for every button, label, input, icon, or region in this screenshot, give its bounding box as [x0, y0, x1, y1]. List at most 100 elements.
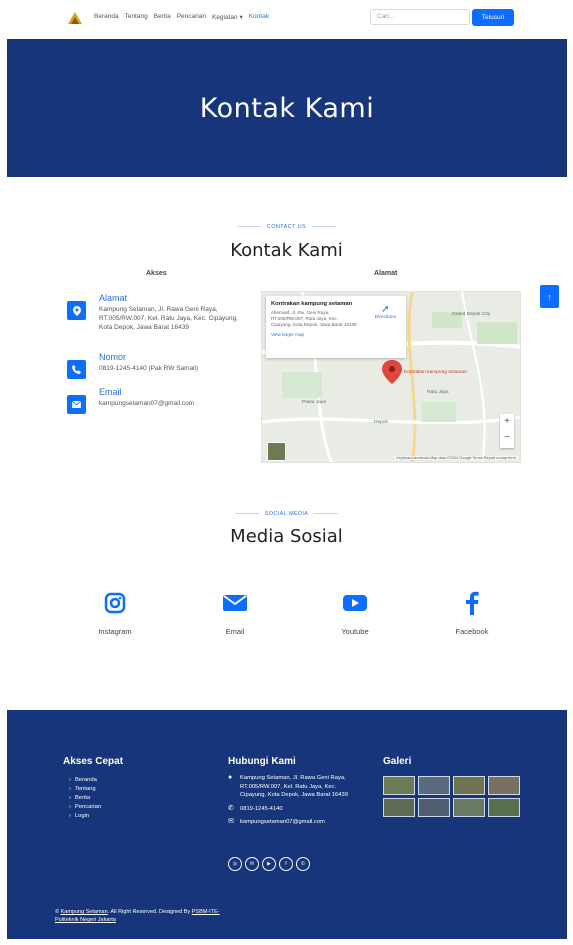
contact-title: Kontak Kami — [230, 240, 343, 261]
location-icon — [67, 301, 86, 320]
map-label: Pasar Jaya — [302, 400, 326, 405]
footer-link-pencarian[interactable]: Pencarian — [69, 803, 101, 812]
email-text: kampungsetaman07@gmail.com — [99, 400, 195, 407]
footer: Akses Cepat Beranda Tentang Berita Penca… — [7, 710, 567, 939]
gallery-photo[interactable] — [418, 798, 450, 817]
phone-icon — [67, 360, 86, 379]
instagram-icon — [104, 592, 126, 614]
map-label: Kontrakan kampung setaman — [404, 370, 467, 375]
nav-item-kegiatan[interactable]: Kegiatan ▾ — [212, 13, 243, 21]
gallery-grid — [383, 776, 521, 817]
search-button[interactable]: Telusuri — [472, 9, 514, 26]
contact-eyebrow: CONTACT US — [0, 224, 573, 230]
gallery-photo[interactable] — [453, 776, 485, 795]
footer-link-berita[interactable]: Berita — [69, 794, 101, 803]
email-heading: Email — [99, 387, 122, 397]
youtube-icon — [343, 595, 367, 611]
youtube-label: Youtube — [341, 627, 369, 636]
envelope-icon: ✉ — [228, 818, 234, 825]
logo-icon[interactable] — [66, 10, 84, 26]
directions-button[interactable]: ➚ Directions — [374, 304, 396, 321]
whatsapp-icon[interactable]: ✆ — [296, 857, 310, 871]
map-label: Depok — [374, 420, 388, 425]
footer-email: ✉ kampungsetaman07@gmail.com — [228, 818, 358, 827]
directions-label: Directions — [374, 315, 396, 320]
footer-phone-text: 0819-1245-4140 — [240, 805, 283, 812]
footer-contact: ● Kampung Setaman, Jl. Rawa Geni Raya, R… — [228, 774, 358, 832]
contact-address: Alamat Kampung Setaman, Jl. Rawa Geni Ra… — [67, 293, 247, 353]
back-to-top-button[interactable]: ↑ — [540, 285, 559, 308]
social-eyebrow: SOCIAL MEDIA — [0, 511, 573, 517]
nav-menu: Beranda Tentang Berita Pencarian Kegiata… — [94, 13, 269, 21]
location-icon: ● — [228, 774, 233, 781]
facebook-icon[interactable]: f — [279, 857, 293, 871]
nav-item-tentang[interactable]: Tentang — [125, 13, 148, 21]
copyright: © Kampung Setaman. All Right Reserved. D… — [55, 908, 295, 924]
institution-link[interactable]: Politeknik Negeri Jakarta — [55, 917, 116, 923]
gallery-photo[interactable] — [453, 798, 485, 817]
search-input[interactable]: Cari... — [370, 9, 470, 25]
nav-item-pencarian[interactable]: Pencarian — [177, 13, 206, 21]
map-zoom-control: + − — [500, 414, 514, 448]
nav-item-kontak[interactable]: Kontak — [249, 13, 269, 21]
gallery-photo[interactable] — [418, 776, 450, 795]
designer-link[interactable]: PSBM-ITE- — [192, 909, 220, 915]
google-map[interactable]: Pasar Jaya Grand Depok City Kontrakan ka… — [261, 291, 521, 463]
quick-access-list: Beranda Tentang Berita Pencarian Login — [69, 776, 101, 821]
quick-access-title: Akses Cepat — [63, 756, 124, 767]
arrow-up-icon: ↑ — [547, 291, 552, 302]
gallery-photo[interactable] — [383, 776, 415, 795]
map-label: Ratu Jaya — [427, 390, 449, 395]
phone-heading: Nomor — [99, 352, 127, 362]
gallery-photo[interactable] — [383, 798, 415, 817]
akses-label: Akses — [146, 270, 167, 277]
map-label: Grand Depok City — [452, 312, 491, 317]
social-title: Media Sosial — [230, 526, 343, 547]
nav-item-berita[interactable]: Berita — [154, 13, 171, 21]
facebook-label: Facebook — [455, 627, 489, 636]
copyright-middle: . All Right Reserved. Designed By — [107, 909, 192, 915]
contact-email: Email kampungsetaman07@gmail.com — [67, 387, 247, 417]
email-icon[interactable]: ✉ — [245, 857, 259, 871]
map-attribution: Keyboard shortcuts Map data ©2024 Google… — [394, 456, 518, 460]
footer-link-tentang[interactable]: Tentang — [69, 785, 101, 794]
youtube-icon[interactable]: ▶ — [262, 857, 276, 871]
page-title: Kontak Kami — [199, 92, 375, 124]
address-text: Kampung Setaman, Jl. Rawa Geni Raya, RT.… — [99, 306, 238, 331]
envelope-icon — [67, 395, 86, 414]
email-label: Email — [225, 627, 245, 636]
zoom-out-button[interactable]: − — [500, 430, 514, 446]
satellite-toggle[interactable] — [267, 442, 286, 461]
gallery-title: Galeri — [383, 756, 412, 767]
footer-link-login[interactable]: Login — [69, 812, 101, 821]
facebook-icon — [466, 591, 479, 615]
footer-social-links: ◎ ✉ ▶ f ✆ — [228, 857, 310, 871]
directions-icon: ➚ — [381, 304, 390, 315]
footer-address-text: Kampung Setaman, Jl. Rawa Geni Raya, RT.… — [240, 775, 348, 798]
instagram-icon[interactable]: ◎ — [228, 857, 242, 871]
social-facebook[interactable]: Facebook — [432, 590, 512, 636]
contact-us-title: Hubungi Kami — [228, 756, 296, 767]
email-icon — [223, 595, 247, 611]
footer-email-text: kampungsetaman07@gmail.com — [240, 819, 325, 825]
social-instagram[interactable]: Instagram — [75, 590, 155, 636]
social-youtube[interactable]: Youtube — [315, 590, 395, 636]
site-link[interactable]: Kampung Setaman — [61, 909, 108, 915]
phone-text: 0819-1245-4140 (Pak RW Samali) — [99, 365, 199, 372]
gallery-photo[interactable] — [488, 798, 520, 817]
social-email[interactable]: Email — [195, 590, 275, 636]
footer-phone: ✆ 0819-1245-4140 — [228, 805, 358, 814]
footer-link-beranda[interactable]: Beranda — [69, 776, 101, 785]
navbar: Beranda Tentang Berita Pencarian Kegiata… — [0, 0, 573, 38]
map-card-address: Alternatif, Jl. Rw. Geni Raya, RT.005/RW… — [271, 310, 357, 327]
nav-item-beranda[interactable]: Beranda — [94, 13, 119, 21]
gallery-photo[interactable] — [488, 776, 520, 795]
phone-icon: ✆ — [228, 804, 234, 812]
view-larger-map-link[interactable]: View larger map — [271, 332, 401, 337]
footer-address: ● Kampung Setaman, Jl. Rawa Geni Raya, R… — [228, 774, 358, 800]
instagram-label: Instagram — [98, 627, 132, 636]
zoom-in-button[interactable]: + — [500, 414, 514, 430]
address-heading: Alamat — [99, 293, 128, 303]
contact-phone: Nomor 0819-1245-4140 (Pak RW Samali) — [67, 352, 247, 382]
hero-banner: Kontak Kami — [7, 39, 567, 177]
